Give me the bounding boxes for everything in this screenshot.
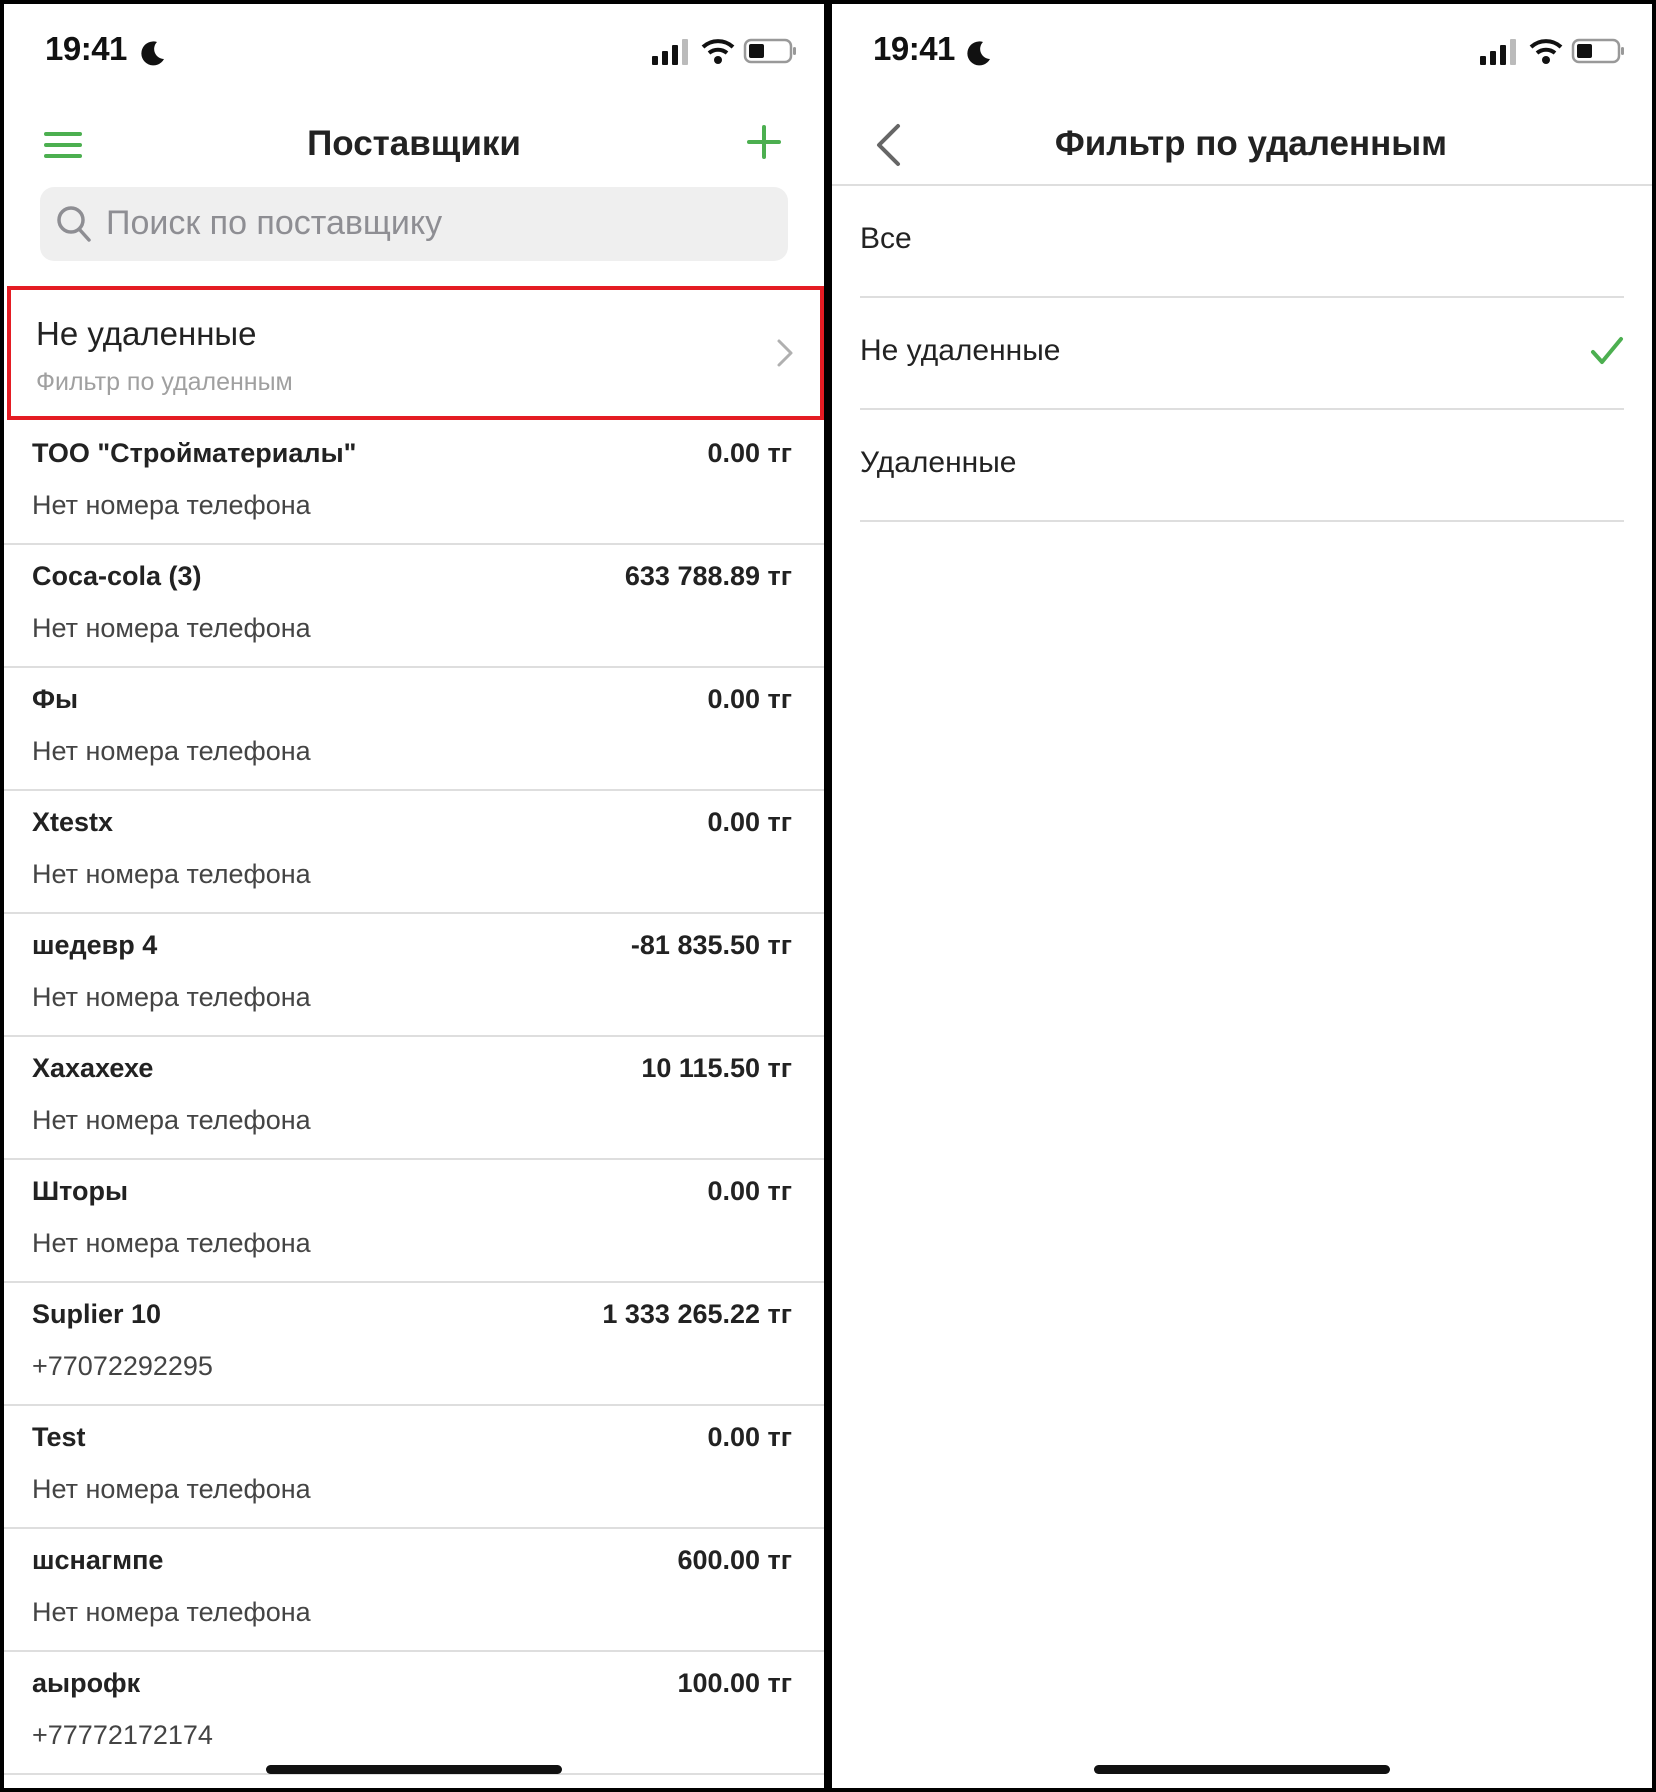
supplier-balance: 10 115.50 тг <box>641 1053 792 1083</box>
supplier-phone: Нет номера телефона <box>32 1474 311 1504</box>
supplier-balance: 0.00 тг <box>707 438 792 468</box>
status-bar: 19:41 <box>4 4 824 94</box>
option-not-deleted[interactable]: Не удаленные <box>860 298 1624 410</box>
chevron-right-icon <box>777 339 793 367</box>
list-item[interactable]: Фы 0.00 тг Нет номера телефона <box>4 668 824 791</box>
filter-subtitle: Фильтр по удаленным <box>36 368 293 396</box>
supplier-name: шедевр 4 <box>32 930 158 960</box>
list-item[interactable]: Шторы 0.00 тг Нет номера телефона <box>4 1160 824 1283</box>
list-item[interactable]: Test 0.00 тг Нет номера телефона <box>4 1406 824 1529</box>
supplier-balance: 0.00 тг <box>707 684 792 714</box>
supplier-phone: +77072292295 <box>32 1351 213 1381</box>
supplier-balance: 1 333 265.22 тг <box>602 1299 792 1329</box>
supplier-name: Suplier 10 <box>32 1299 162 1329</box>
nav-bar: Фильтр по удаленным <box>832 94 1652 184</box>
option-label: Все <box>860 222 912 255</box>
list-item[interactable]: аырофк 100.00 тг +77772172174 <box>4 1652 824 1775</box>
supplier-name: Coca-cola (3) <box>32 561 202 591</box>
list-item[interactable]: шедевр 4 -81 835.50 тг Нет номера телефо… <box>4 914 824 1037</box>
supplier-balance: -81 835.50 тг <box>630 930 792 960</box>
page-title: Фильтр по удаленным <box>1054 124 1448 163</box>
supplier-balance: 0.00 тг <box>707 1422 792 1452</box>
filter-row[interactable]: Не удаленные Фильтр по удаленным <box>7 286 824 420</box>
moon-icon <box>141 41 164 66</box>
nav-bar: Поставщики <box>4 94 824 184</box>
option-deleted[interactable]: Удаленные <box>860 410 1624 522</box>
supplier-phone: Нет номера телефона <box>32 982 311 1012</box>
supplier-balance: 100.00 тг <box>677 1668 792 1698</box>
supplier-name: Xtestx <box>32 807 114 837</box>
page-title: Поставщики <box>307 124 521 163</box>
list-item[interactable]: Suplier 10 1 333 265.22 тг +77072292295 <box>4 1283 824 1406</box>
supplier-balance: 600.00 тг <box>677 1545 792 1575</box>
supplier-name: аырофк <box>32 1668 141 1698</box>
supplier-balance: 0.00 тг <box>707 807 792 837</box>
home-indicator <box>266 1765 562 1774</box>
battery-icon <box>743 38 796 64</box>
search-icon <box>57 206 91 242</box>
supplier-list: ТОО "Стройматериалы" 0.00 тг Нет номера … <box>4 422 824 1775</box>
moon-icon <box>967 41 990 66</box>
filter-options: Все Не удаленные Удаленные <box>860 186 1624 522</box>
home-indicator <box>1094 1765 1390 1774</box>
status-bar: 19:41 <box>832 4 1652 94</box>
supplier-phone: Нет номера телефона <box>32 613 311 643</box>
supplier-balance: 633 788.89 тг <box>624 561 792 591</box>
suppliers-screen: 19:41 Поставщики Поиск по поставщику Не … <box>4 4 824 1788</box>
list-item[interactable]: Coca-cola (3) 633 788.89 тг Нет номера т… <box>4 545 824 668</box>
check-icon <box>1591 337 1623 364</box>
filter-screen: 19:41 Фильтр по удаленным Все Не удаленн… <box>832 4 1652 1788</box>
search-input[interactable]: Поиск по поставщику <box>40 187 788 261</box>
supplier-name: Шторы <box>32 1176 129 1206</box>
add-icon[interactable] <box>746 124 782 160</box>
status-time: 19:41 <box>45 30 127 67</box>
supplier-phone: Нет номера телефона <box>32 736 311 766</box>
option-all[interactable]: Все <box>860 186 1624 298</box>
option-label: Удаленные <box>860 446 1017 479</box>
list-item[interactable]: ТОО "Стройматериалы" 0.00 тг Нет номера … <box>4 422 824 545</box>
supplier-phone: Нет номера телефона <box>32 1105 311 1135</box>
supplier-name: шснагмпе <box>32 1545 164 1575</box>
supplier-balance: 0.00 тг <box>707 1176 792 1206</box>
supplier-phone: +77772172174 <box>32 1720 213 1750</box>
supplier-phone: Нет номера телефона <box>32 490 311 520</box>
signal-icon <box>652 39 688 65</box>
filter-title: Не удаленные <box>36 315 257 352</box>
supplier-name: Фы <box>32 684 79 714</box>
supplier-phone: Нет номера телефона <box>32 1597 311 1627</box>
list-item[interactable]: Хахахехе 10 115.50 тг Нет номера телефон… <box>4 1037 824 1160</box>
status-time: 19:41 <box>873 30 955 67</box>
option-label: Не удаленные <box>860 334 1061 367</box>
wifi-icon <box>1529 39 1563 64</box>
search-placeholder: Поиск по поставщику <box>106 204 443 242</box>
list-item[interactable]: шснагмпе 600.00 тг Нет номера телефона <box>4 1529 824 1652</box>
supplier-name: Test <box>32 1422 86 1452</box>
supplier-name: Хахахехе <box>32 1053 154 1083</box>
battery-icon <box>1571 38 1624 64</box>
signal-icon <box>1480 39 1516 65</box>
supplier-phone: Нет номера телефона <box>32 859 311 889</box>
list-item[interactable]: Xtestx 0.00 тг Нет номера телефона <box>4 791 824 914</box>
supplier-name: ТОО "Стройматериалы" <box>32 438 357 468</box>
supplier-phone: Нет номера телефона <box>32 1228 311 1258</box>
wifi-icon <box>701 39 735 64</box>
